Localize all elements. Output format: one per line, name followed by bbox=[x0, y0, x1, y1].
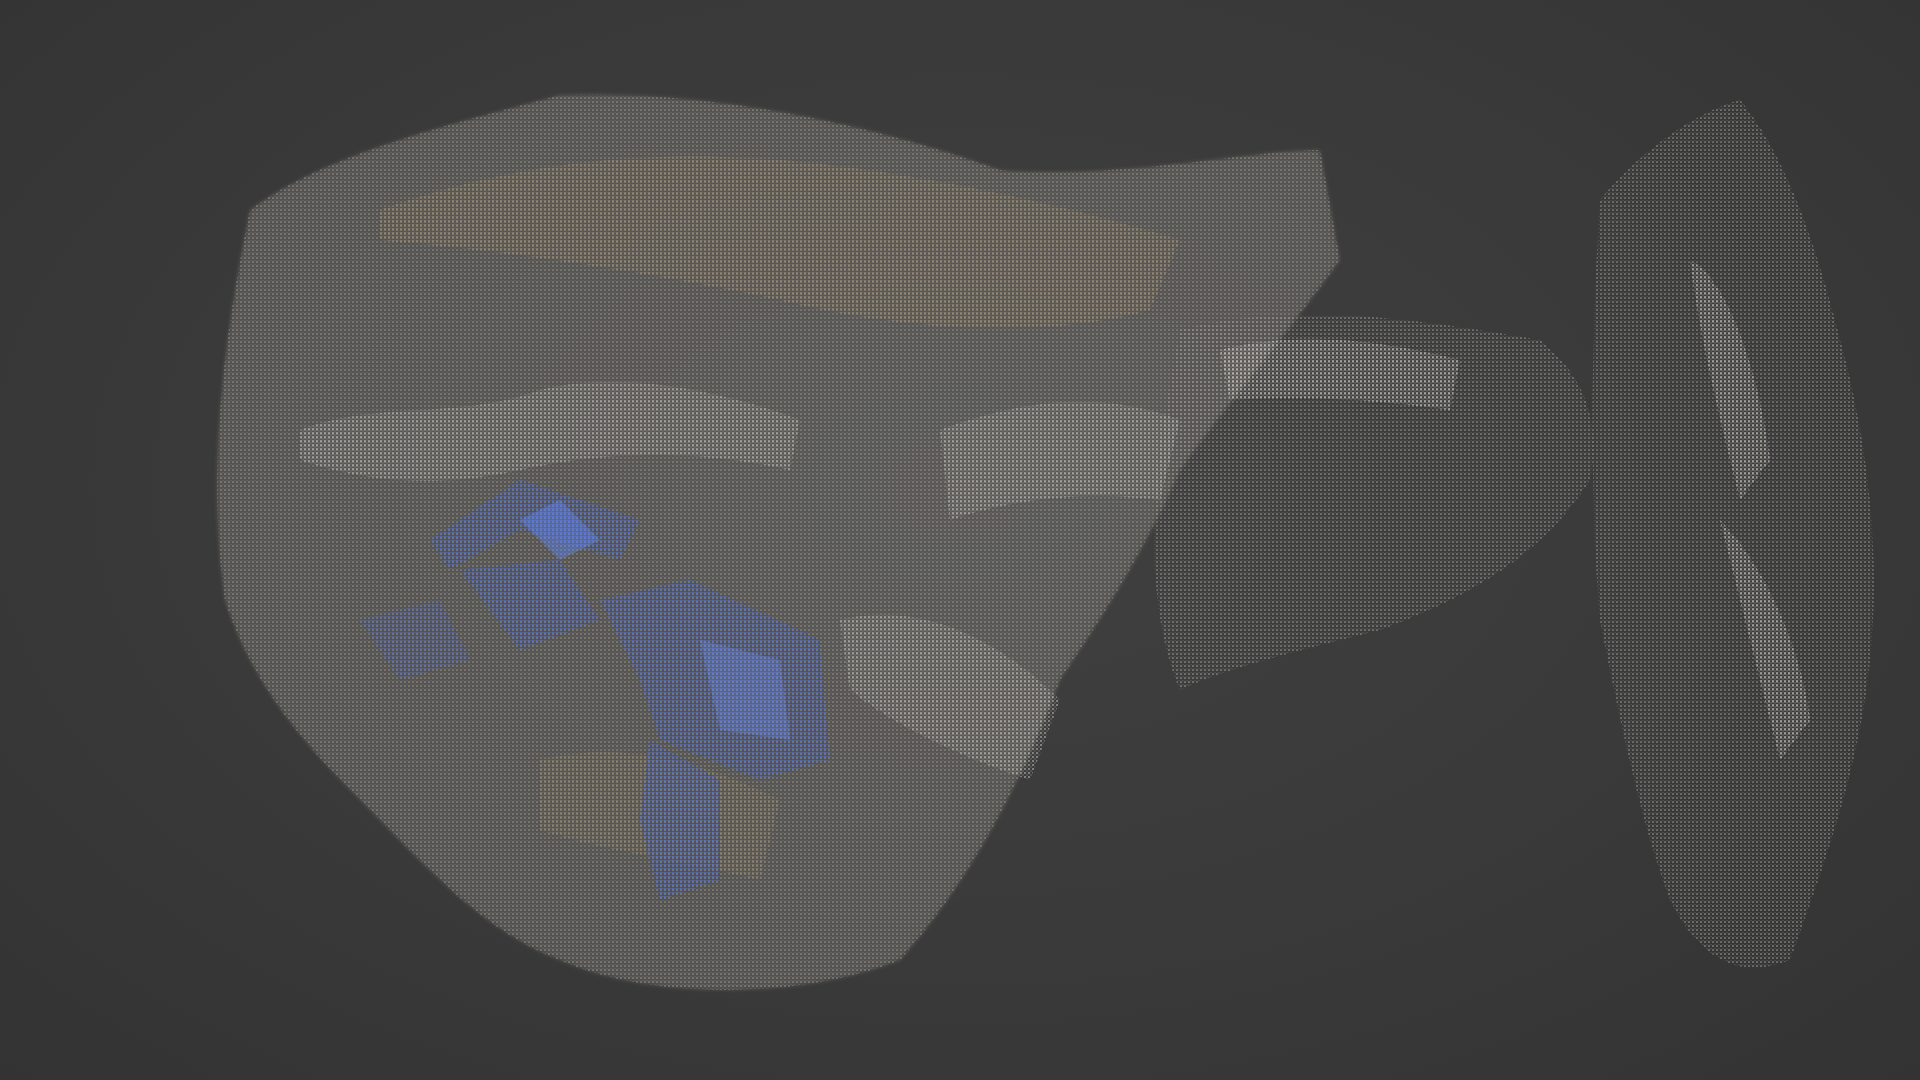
highlighted-structure[interactable] bbox=[0, 0, 1920, 1080]
3d-viewport[interactable] bbox=[0, 0, 1920, 1080]
